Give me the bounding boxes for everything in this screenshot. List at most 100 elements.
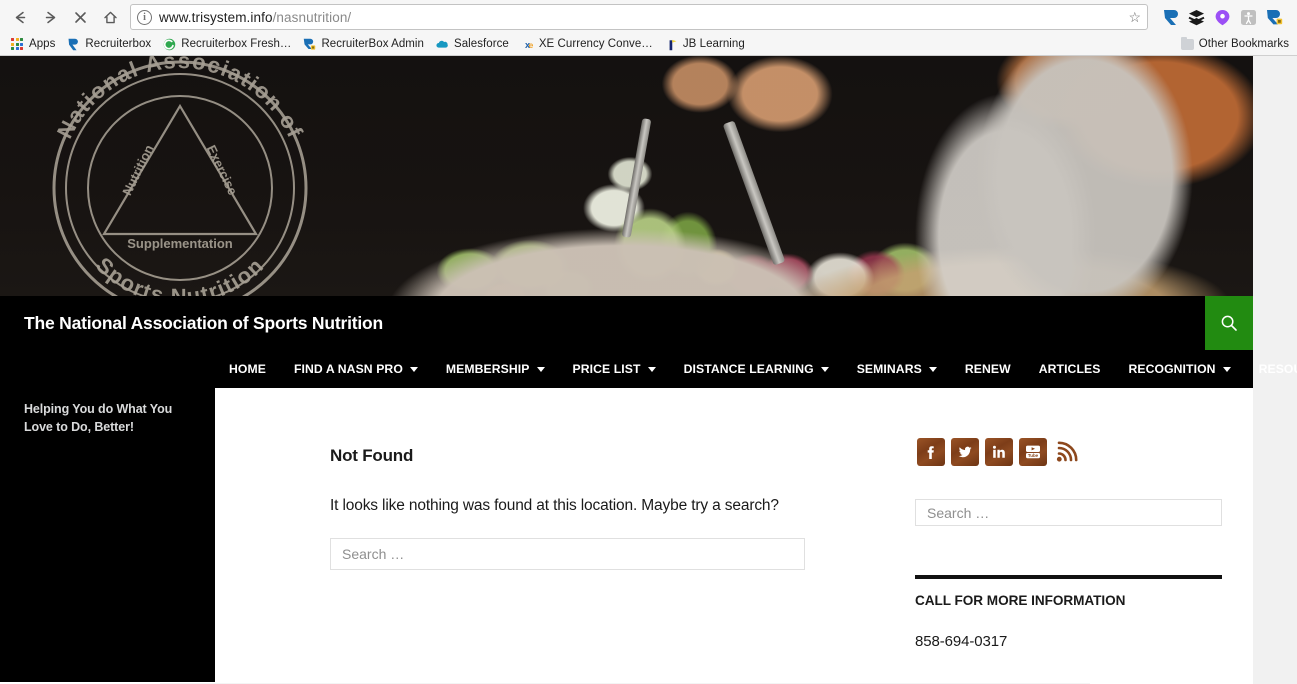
nav-item-label: RECOGNITION — [1128, 362, 1216, 376]
not-found-message: It looks like nothing was found at this … — [330, 497, 779, 514]
accessibility-extension-icon[interactable] — [1240, 9, 1257, 26]
page-title: Not Found — [330, 446, 414, 465]
salesforce-cloud-icon — [436, 40, 448, 48]
social-links: Tube — [917, 438, 1224, 466]
svg-text:National Association of: National Association of — [52, 56, 308, 142]
stop-icon[interactable] — [66, 3, 94, 31]
svg-text:Nutrition: Nutrition — [119, 142, 156, 197]
page-viewport[interactable]: National Association of Sports Nutrition… — [0, 56, 1297, 684]
bookmark-recruiterbox-fresh[interactable]: Recruiterbox Fresh… — [158, 35, 298, 54]
url-text: www.trisystem.info/nasnutrition/ — [159, 10, 351, 25]
nav-item-seminars[interactable]: SEMINARS — [843, 362, 951, 376]
bookmark-recruiterbox[interactable]: Recruiterbox — [62, 35, 158, 54]
chevron-down-icon — [409, 366, 418, 372]
chevron-down-icon — [536, 366, 545, 372]
site-title: The National Association of Sports Nutri… — [24, 312, 384, 333]
back-arrow-icon[interactable] — [6, 3, 34, 31]
nav-item-label: ARTICLES — [1038, 362, 1101, 376]
chevron-down-icon — [820, 366, 829, 372]
bookmark-label: Apps — [29, 37, 56, 50]
chevron-down-icon — [647, 366, 656, 372]
nav-item-label: FIND A NASN PRO — [293, 362, 403, 376]
rss-icon[interactable] — [1053, 438, 1081, 466]
recruiterbox-admin-extension-icon[interactable] — [1266, 9, 1283, 26]
nav-item-home[interactable]: HOME — [215, 362, 280, 376]
url-path: /nasnutrition/ — [272, 9, 352, 25]
page-body: Helping You do What You Love to Do, Bett… — [0, 388, 1253, 682]
other-bookmarks-button[interactable]: Other Bookmarks — [1175, 36, 1295, 51]
nav-item-label: HOME — [229, 362, 266, 376]
bookmark-xe-currency[interactable]: xe XE Currency Conve… — [516, 35, 660, 54]
phone-number[interactable]: 858-694-0317 — [915, 633, 1224, 650]
sidebar-divider — [915, 575, 1222, 579]
jb-learning-icon — [669, 39, 677, 51]
youtube-icon[interactable]: Tube — [1019, 438, 1047, 466]
chevron-down-icon — [1222, 366, 1231, 372]
header-search-button[interactable] — [1205, 296, 1253, 350]
recruiterbox-icon — [68, 38, 79, 51]
nav-item-membership[interactable]: MEMBERSHIP — [432, 362, 559, 376]
main-navigation: HOME FIND A NASN PRO MEMBERSHIP PRICE LI… — [0, 350, 1297, 388]
facebook-icon[interactable] — [917, 438, 945, 466]
svg-text:Tube: Tube — [1028, 453, 1039, 458]
call-for-more-information-heading: CALL FOR MORE INFORMATION — [915, 593, 1126, 608]
left-rail: Helping You do What You Love to Do, Bett… — [0, 388, 215, 682]
chevron-down-icon — [928, 366, 937, 372]
nav-item-find-a-nasn-pro[interactable]: FIND A NASN PRO — [280, 362, 432, 376]
browser-chrome: i www.trisystem.info/nasnutrition/ ☆ App… — [0, 0, 1297, 56]
recruiterbox-fresh-icon — [163, 38, 176, 51]
search-input[interactable]: Search … — [330, 538, 805, 570]
layers-extension-icon[interactable] — [1188, 9, 1205, 26]
nav-item-label: DISTANCE LEARNING — [683, 362, 814, 376]
folder-icon — [1180, 36, 1194, 50]
bookmark-jb-learning[interactable]: JB Learning — [660, 35, 752, 54]
nav-menu: HOME FIND A NASN PRO MEMBERSHIP PRICE LI… — [215, 362, 1297, 376]
extension-icons — [1156, 9, 1291, 26]
twitter-icon[interactable] — [951, 438, 979, 466]
bookmark-salesforce[interactable]: Salesforce — [431, 35, 516, 54]
url-host: www.trisystem.info — [159, 9, 273, 25]
recruiterbox-admin-icon — [304, 38, 316, 50]
nav-item-label: MEMBERSHIP — [445, 362, 530, 376]
browser-toolbar: i www.trisystem.info/nasnutrition/ ☆ — [0, 0, 1297, 34]
main-column: Not Found It looks like nothing was foun… — [215, 388, 915, 682]
forward-arrow-icon[interactable] — [36, 3, 64, 31]
nav-item-price-list[interactable]: PRICE LIST — [559, 362, 670, 376]
svg-text:Supplementation: Supplementation — [127, 236, 233, 251]
hero-banner: National Association of Sports Nutrition… — [0, 56, 1253, 296]
bookmark-recruiterbox-admin[interactable]: RecruiterBox Admin — [298, 35, 431, 54]
bookmark-star-icon[interactable]: ☆ — [1120, 9, 1141, 26]
bookmark-label: Recruiterbox — [85, 37, 152, 50]
xe-icon: xe — [525, 40, 534, 50]
lastpass-extension-icon[interactable] — [1214, 9, 1231, 26]
search-icon — [1221, 315, 1237, 331]
linkedin-icon[interactable] — [985, 438, 1013, 466]
site-info-icon[interactable]: i — [137, 9, 152, 25]
bookmark-apps[interactable]: Apps — [6, 35, 62, 54]
nav-item-resources[interactable]: RESOURCES — [1245, 362, 1297, 376]
bookmark-label: Recruiterbox Fresh… — [181, 37, 292, 50]
sidebar-column: Tube Search … CALL FOR MORE INFORMATION … — [915, 388, 1253, 682]
other-bookmarks-label: Other Bookmarks — [1198, 37, 1289, 50]
bookmark-label: Salesforce — [453, 37, 509, 50]
nav-item-label: RESOURCES — [1258, 362, 1297, 376]
nav-item-articles[interactable]: ARTICLES — [1025, 362, 1115, 376]
nav-item-distance-learning[interactable]: DISTANCE LEARNING — [670, 362, 843, 376]
bookmark-label: XE Currency Conve… — [538, 37, 653, 50]
bookmarks-bar: Apps Recruiterbox Recruiterbox Fresh… Re… — [0, 34, 1297, 55]
website-page: National Association of Sports Nutrition… — [0, 56, 1297, 684]
site-header: The National Association of Sports Nutri… — [0, 296, 1253, 350]
bookmark-label: RecruiterBox Admin — [321, 37, 424, 50]
nav-item-label: RENEW — [964, 362, 1011, 376]
sidebar-search-input[interactable]: Search … — [915, 499, 1222, 526]
svg-text:e: e — [528, 40, 533, 50]
recruiterbox-extension-icon[interactable] — [1162, 9, 1179, 26]
nav-item-renew[interactable]: RENEW — [951, 362, 1025, 376]
svg-text:Sports Nutrition: Sports Nutrition — [91, 252, 269, 296]
nav-item-label: PRICE LIST — [572, 362, 641, 376]
nav-item-label: SEMINARS — [856, 362, 922, 376]
address-bar[interactable]: i www.trisystem.info/nasnutrition/ ☆ — [130, 4, 1148, 30]
nav-item-recognition[interactable]: RECOGNITION — [1114, 362, 1244, 376]
home-icon[interactable] — [96, 3, 124, 31]
search-placeholder: Search … — [342, 546, 405, 562]
